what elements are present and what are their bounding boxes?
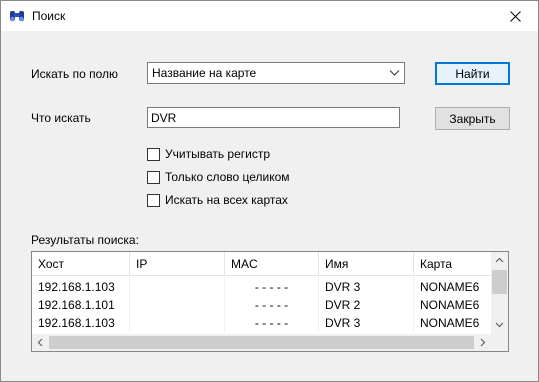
scroll-left-icon[interactable]	[36, 338, 45, 347]
scroll-down-icon[interactable]	[495, 320, 504, 329]
column-header-map[interactable]: Карта	[414, 252, 492, 276]
cell-ip	[130, 314, 225, 332]
vertical-scroll-thumb[interactable]	[492, 270, 507, 294]
cell-map: NONAME6	[420, 280, 480, 294]
horizontal-scroll-thumb[interactable]	[49, 336, 474, 349]
all-maps-checkbox[interactable]	[147, 193, 160, 207]
search-field-value: Название на карте	[152, 66, 257, 80]
close-button[interactable]: Закрыть	[435, 107, 510, 130]
cell-map: NONAME6	[420, 316, 480, 330]
table-row[interactable]: 192.168.1.101 - - - - - DVR 2 NONAME6	[32, 296, 492, 314]
search-field-select[interactable]: Название на карте	[147, 62, 405, 84]
cell-map: NONAME6	[420, 298, 480, 312]
window-title: Поиск	[32, 9, 66, 23]
results-table: Хост IP MAC Имя Карта 192.168.1.103 - - …	[31, 251, 509, 352]
title-bar[interactable]: Поиск	[1, 1, 538, 31]
scroll-right-icon[interactable]	[478, 338, 487, 347]
column-header-host[interactable]: Хост	[32, 252, 130, 276]
cell-mac: - - - - -	[225, 278, 319, 296]
search-dialog: Поиск Искать по полю Название на карте Н…	[0, 0, 539, 382]
query-input[interactable]	[148, 108, 399, 127]
column-header-ip[interactable]: IP	[130, 252, 225, 276]
close-window-button[interactable]	[492, 1, 538, 31]
cell-host: 192.168.1.103	[32, 278, 130, 296]
cell-host: 192.168.1.103	[32, 314, 130, 332]
cell-mac: - - - - -	[225, 296, 319, 314]
table-header: Хост IP MAC Имя Карта	[32, 252, 492, 276]
table-row[interactable]: 192.168.1.103 - - - - - DVR 3 NONAME6	[32, 278, 492, 296]
find-button[interactable]: Найти	[435, 62, 510, 85]
case-sensitive-checkbox[interactable]	[147, 147, 160, 161]
case-sensitive-label: Учитывать регистр	[165, 147, 271, 161]
cell-name: DVR 2	[319, 296, 414, 314]
whole-word-checkbox[interactable]	[147, 170, 160, 184]
vertical-scrollbar[interactable]	[491, 252, 508, 334]
column-header-name[interactable]: Имя	[319, 252, 414, 276]
column-header-mac[interactable]: MAC	[225, 252, 319, 276]
field-label: Искать по полю	[31, 67, 119, 81]
all-maps-option[interactable]: Искать на всех картах	[147, 192, 288, 208]
results-label: Результаты поиска:	[31, 233, 139, 247]
cell-ip	[130, 278, 225, 296]
all-maps-label: Искать на всех картах	[165, 193, 288, 207]
cell-host: 192.168.1.101	[32, 296, 130, 314]
whole-word-label: Только слово целиком	[165, 170, 290, 184]
cell-name: DVR 3	[319, 314, 414, 332]
whole-word-option[interactable]: Только слово целиком	[147, 169, 290, 185]
scroll-up-icon[interactable]	[495, 256, 504, 265]
case-sensitive-option[interactable]: Учитывать регистр	[147, 146, 270, 162]
query-label: Что искать	[31, 111, 91, 125]
binoculars-icon	[9, 9, 25, 23]
cell-ip	[130, 296, 225, 314]
cell-mac: - - - - -	[225, 314, 319, 332]
chevron-down-icon	[389, 70, 400, 76]
cell-name: DVR 3	[319, 278, 414, 296]
table-row[interactable]: 192.168.1.103 - - - - - DVR 3 NONAME6	[32, 314, 492, 332]
horizontal-scrollbar[interactable]	[32, 334, 508, 351]
close-icon	[509, 10, 521, 22]
query-field[interactable]	[147, 107, 400, 128]
